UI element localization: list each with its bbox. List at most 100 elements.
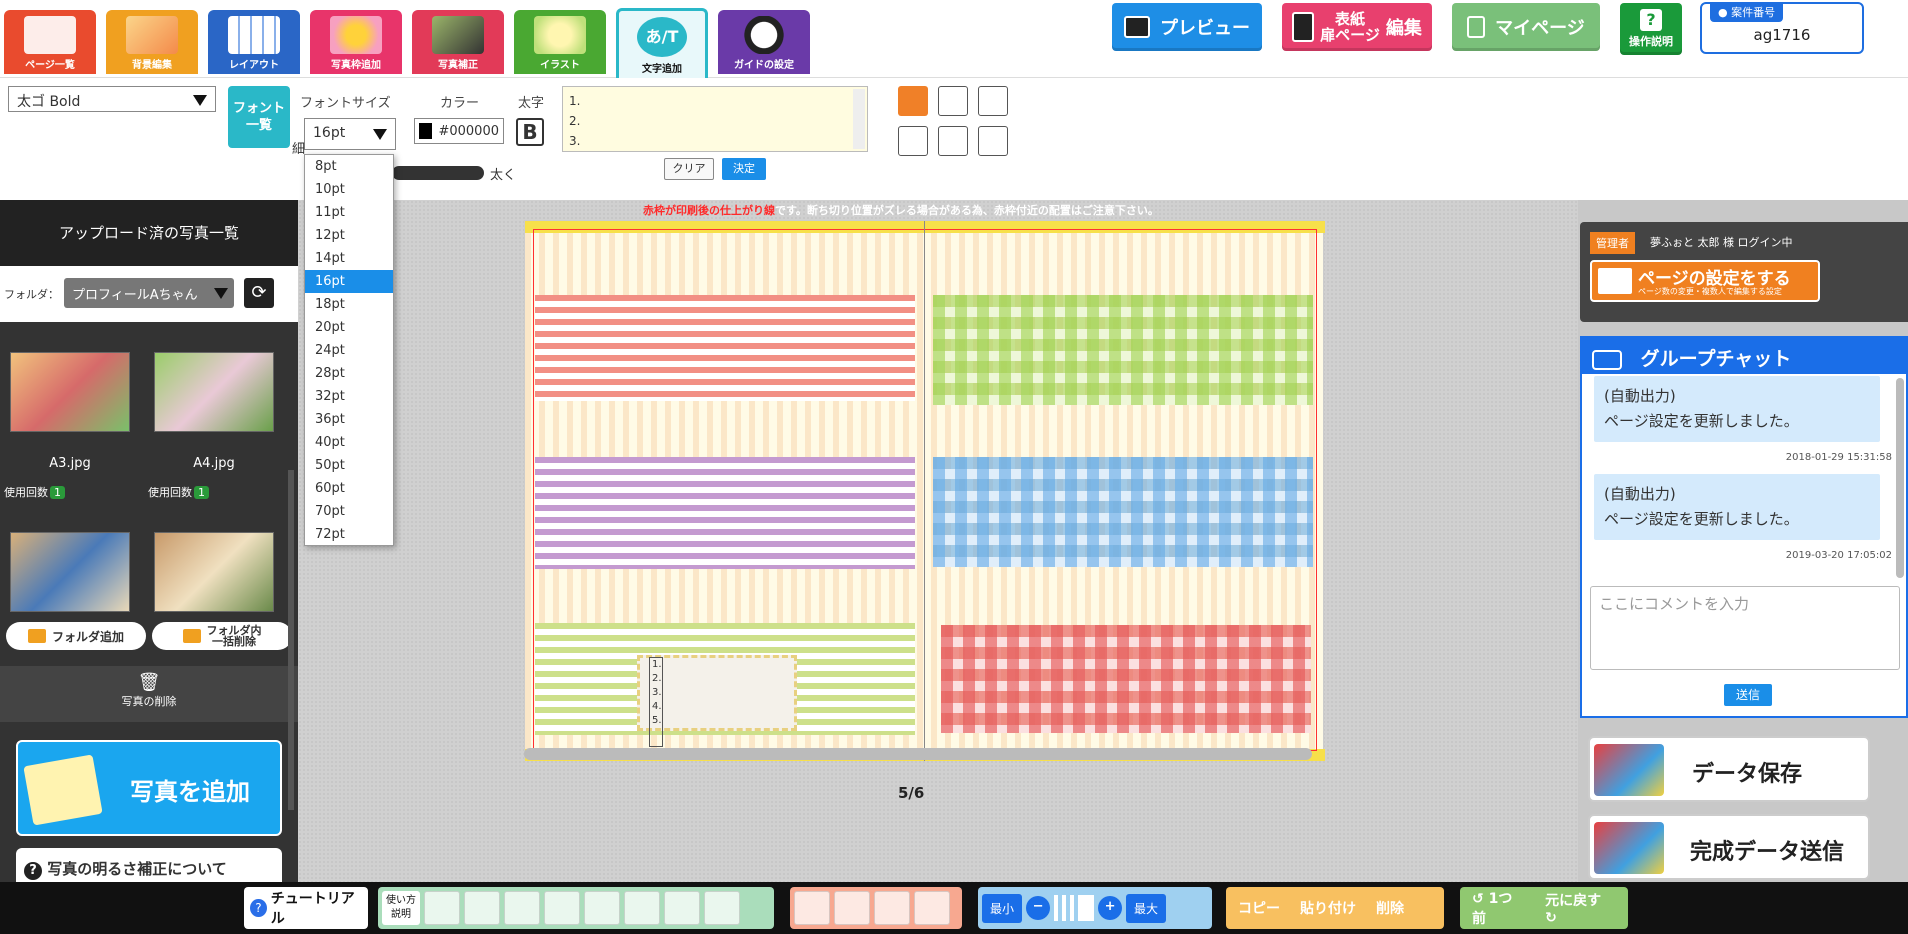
color-picker[interactable]: #000000: [414, 118, 504, 144]
red-check-tape[interactable]: [941, 625, 1311, 733]
zoom-out-icon[interactable]: −: [1026, 896, 1051, 920]
chat-scrollbar[interactable]: [1896, 378, 1904, 578]
align-right-edge-icon[interactable]: [504, 891, 540, 925]
sidebar-scrollbar[interactable]: [288, 470, 294, 810]
brightness-help-button[interactable]: ? 写真の明るさ補正について: [16, 848, 282, 882]
paste-button[interactable]: 貼り付け: [1292, 898, 1364, 918]
undo-button[interactable]: ↺ 1つ前: [1464, 888, 1533, 928]
align-top-edge-icon[interactable]: [544, 891, 580, 925]
photo-thumb-a3[interactable]: [10, 352, 130, 432]
submit-data-button[interactable]: 完成データ送信: [1588, 814, 1870, 880]
font-size-option[interactable]: 14pt: [305, 247, 393, 270]
weight-slider[interactable]: [392, 166, 484, 180]
tab-photo-correction[interactable]: 写真補正: [412, 10, 504, 74]
bottom-toolbar: ? チュートリアル 使い方 説明 最小 − + 最大 コピー 貼り付け 削除 ↺…: [0, 882, 1908, 934]
font-size-option[interactable]: 72pt: [305, 523, 393, 546]
align-center-icon[interactable]: [938, 86, 968, 116]
distribute-vertical-icon[interactable]: [704, 891, 740, 925]
distribute-horizontal-icon[interactable]: [664, 891, 700, 925]
font-size-option[interactable]: 24pt: [305, 339, 393, 362]
align-v-center-icon[interactable]: [584, 891, 620, 925]
preview-button[interactable]: プレビュー: [1112, 3, 1262, 51]
text-input-area[interactable]: 1. 2. 3.: [562, 86, 868, 152]
purple-stripe-tape[interactable]: [535, 457, 915, 569]
folder-bulk-delete-button[interactable]: フォルダ内 一括削除: [152, 622, 292, 650]
warning-red-text: 赤枠が印刷後の仕上がり線: [643, 204, 775, 217]
font-size-option[interactable]: 10pt: [305, 178, 393, 201]
mypage-button[interactable]: マイページ: [1452, 3, 1600, 51]
add-photo-button[interactable]: 写真を追加: [16, 740, 282, 836]
font-size-option[interactable]: 8pt: [305, 155, 393, 178]
photo-thumb-a4[interactable]: [154, 352, 274, 432]
clear-button[interactable]: クリア: [664, 158, 714, 180]
font-list-button[interactable]: フォント一覧: [228, 86, 290, 148]
comment-input[interactable]: ここにコメントを入力: [1590, 586, 1900, 670]
tab-add-text[interactable]: あ/T 文字追加: [616, 8, 708, 78]
redo-icon: ↻: [1545, 910, 1557, 926]
align-right-icon[interactable]: [978, 86, 1008, 116]
zoom-max-button[interactable]: 最大: [1126, 893, 1167, 923]
page-spread[interactable]: 1. 2. 3. 4. 5.: [524, 220, 1325, 761]
folder-delete-label: フォルダ内 一括削除: [207, 625, 262, 647]
photo-thumb-4[interactable]: [154, 532, 274, 612]
folder-select[interactable]: プロフィールAちゃん: [64, 278, 234, 308]
add-folder-button[interactable]: フォルダ追加: [6, 622, 146, 650]
text-object[interactable]: 1. 2. 3. 4. 5.: [649, 657, 663, 747]
font-size-option[interactable]: 70pt: [305, 500, 393, 523]
chevron-down-icon: [193, 95, 207, 106]
layer-backward-icon[interactable]: [874, 891, 910, 925]
refresh-icon[interactable]: ⟳: [244, 278, 274, 308]
save-data-button[interactable]: データ保存: [1588, 736, 1870, 802]
font-size-select[interactable]: 16pt: [304, 118, 396, 150]
font-size-option[interactable]: 11pt: [305, 201, 393, 224]
font-size-option[interactable]: 18pt: [305, 293, 393, 316]
delete-button[interactable]: 削除: [1368, 898, 1412, 918]
howto-button[interactable]: 使い方 説明: [382, 891, 420, 925]
align-left-icon[interactable]: [898, 86, 928, 116]
font-size-option[interactable]: 12pt: [305, 224, 393, 247]
align-left-edge-icon[interactable]: [424, 891, 460, 925]
redo-button[interactable]: 元に戻す ↻: [1537, 890, 1624, 926]
photo-thumb-3[interactable]: [10, 532, 130, 612]
font-size-option[interactable]: 28pt: [305, 362, 393, 385]
font-size-option[interactable]: 36pt: [305, 408, 393, 431]
tab-illustration[interactable]: イラスト: [514, 10, 606, 74]
canvas-scrollbar[interactable]: [524, 748, 1312, 760]
font-size-option[interactable]: 50pt: [305, 454, 393, 477]
tab-background-edit[interactable]: 背景編集: [106, 10, 198, 74]
font-size-option[interactable]: 32pt: [305, 385, 393, 408]
send-button[interactable]: 送信: [1724, 684, 1772, 706]
copy-button[interactable]: コピー: [1230, 898, 1288, 918]
layer-back-icon[interactable]: [914, 891, 950, 925]
red-stripe-tape[interactable]: [535, 295, 915, 401]
align-bottom-edge-icon[interactable]: [624, 891, 660, 925]
blue-check-tape[interactable]: [933, 457, 1313, 567]
font-size-option[interactable]: 60pt: [305, 477, 393, 500]
tab-guide-settings[interactable]: ガイドの設定: [718, 10, 810, 74]
tab-page-list[interactable]: ページ一覧: [4, 10, 96, 74]
zoom-min-button[interactable]: 最小: [982, 893, 1023, 923]
vertical-align-bottom-icon[interactable]: [978, 126, 1008, 156]
layer-front-icon[interactable]: [794, 891, 830, 925]
bold-toggle[interactable]: B: [516, 118, 544, 146]
vertical-align-middle-icon[interactable]: [938, 126, 968, 156]
delete-photos-button[interactable]: 🗑 写真の削除: [0, 666, 298, 722]
font-size-option[interactable]: 16pt: [305, 270, 393, 293]
page-settings-button[interactable]: ページの設定をする ページ数の変更・複数人で編集する設定: [1590, 260, 1820, 302]
font-size-option[interactable]: 20pt: [305, 316, 393, 339]
vertical-align-top-icon[interactable]: [898, 126, 928, 156]
help-button[interactable]: ? 操作説明: [1620, 3, 1682, 55]
zoom-in-icon[interactable]: +: [1098, 896, 1123, 920]
green-check-tape[interactable]: [933, 295, 1313, 405]
text-object-line: 3.: [652, 687, 662, 698]
confirm-button[interactable]: 決定: [722, 158, 766, 180]
tutorial-button[interactable]: ? チュートリアル: [244, 887, 368, 929]
cover-edit-button[interactable]: 表紙 扉ページ 編集: [1282, 3, 1432, 51]
textarea-scrollbar[interactable]: [853, 89, 865, 149]
tab-layout[interactable]: レイアウト: [208, 10, 300, 74]
font-size-option[interactable]: 40pt: [305, 431, 393, 454]
font-select[interactable]: 太ゴ Bold: [8, 86, 216, 112]
align-h-center-icon[interactable]: [464, 891, 500, 925]
layer-forward-icon[interactable]: [834, 891, 870, 925]
tab-photo-frame[interactable]: 写真枠追加: [310, 10, 402, 74]
